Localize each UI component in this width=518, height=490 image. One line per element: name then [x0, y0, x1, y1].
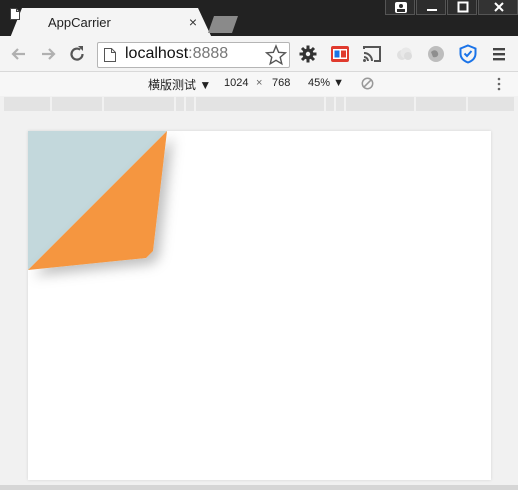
fe-extension-icon[interactable]	[330, 44, 350, 64]
close-icon	[494, 2, 504, 12]
profile-button[interactable]	[385, 0, 415, 15]
ruler-segment[interactable]	[52, 97, 102, 111]
ruler-segment[interactable]	[346, 97, 414, 111]
page-info-icon[interactable]	[104, 48, 116, 62]
url-port: :8888	[188, 45, 229, 62]
caret-down-icon: ▼	[199, 78, 212, 92]
no-throttle-icon[interactable]	[361, 77, 374, 90]
ruler-segment[interactable]	[336, 97, 344, 111]
close-window-button[interactable]	[478, 0, 518, 15]
dimension-times: ×	[256, 77, 263, 89]
tab-shape	[10, 8, 212, 38]
gear-icon[interactable]	[298, 44, 318, 64]
horizontal-scrollbar[interactable]	[0, 485, 518, 490]
tab-appcarrier[interactable]: AppCarrier ×	[10, 8, 212, 38]
new-tab-button[interactable]	[208, 15, 238, 33]
ruler-segment[interactable]	[176, 97, 184, 111]
maximize-icon	[457, 1, 469, 13]
back-icon[interactable]	[9, 44, 29, 64]
user-icon	[395, 2, 407, 13]
cast-icon[interactable]	[362, 44, 382, 64]
zoom-select[interactable]: 45% ▼	[308, 77, 344, 89]
maximize-button[interactable]	[447, 0, 477, 15]
height-field[interactable]: 768	[272, 77, 290, 89]
tab-close-icon[interactable]: ×	[186, 14, 200, 30]
minimize-button[interactable]	[416, 0, 446, 15]
url-host: localhost	[125, 45, 189, 62]
ruler-segment[interactable]	[326, 97, 334, 111]
reload-icon[interactable]	[67, 44, 87, 64]
extension-globe-icon[interactable]	[426, 44, 446, 64]
ruler-segment[interactable]	[104, 97, 174, 111]
ruler-segment[interactable]	[186, 97, 194, 111]
more-options-icon[interactable]	[496, 77, 502, 91]
menu-icon[interactable]	[489, 44, 509, 64]
caret-down-icon: ▼	[333, 77, 344, 89]
ruler-segment[interactable]	[416, 97, 466, 111]
shield-icon[interactable]	[458, 44, 478, 64]
ruler-segment[interactable]	[468, 97, 514, 111]
ruler-segment[interactable]	[4, 97, 50, 111]
page-curl-graphic[interactable]	[28, 131, 188, 291]
minimize-icon	[427, 9, 437, 11]
zoom-value: 45%	[308, 77, 331, 89]
width-field[interactable]: 1024	[224, 77, 248, 89]
bookmark-star-icon[interactable]	[265, 44, 287, 66]
extension-cloud-icon[interactable]	[394, 44, 414, 64]
device-mode-label: 横版测试	[148, 78, 197, 92]
url-text[interactable]: localhost:8888	[125, 45, 228, 63]
ruler-segment[interactable]	[196, 97, 324, 111]
device-mode-select[interactable]: 横版测试 ▼	[148, 76, 211, 93]
tab-title: AppCarrier	[48, 15, 111, 30]
forward-icon[interactable]	[38, 44, 58, 64]
page-icon	[10, 8, 20, 20]
